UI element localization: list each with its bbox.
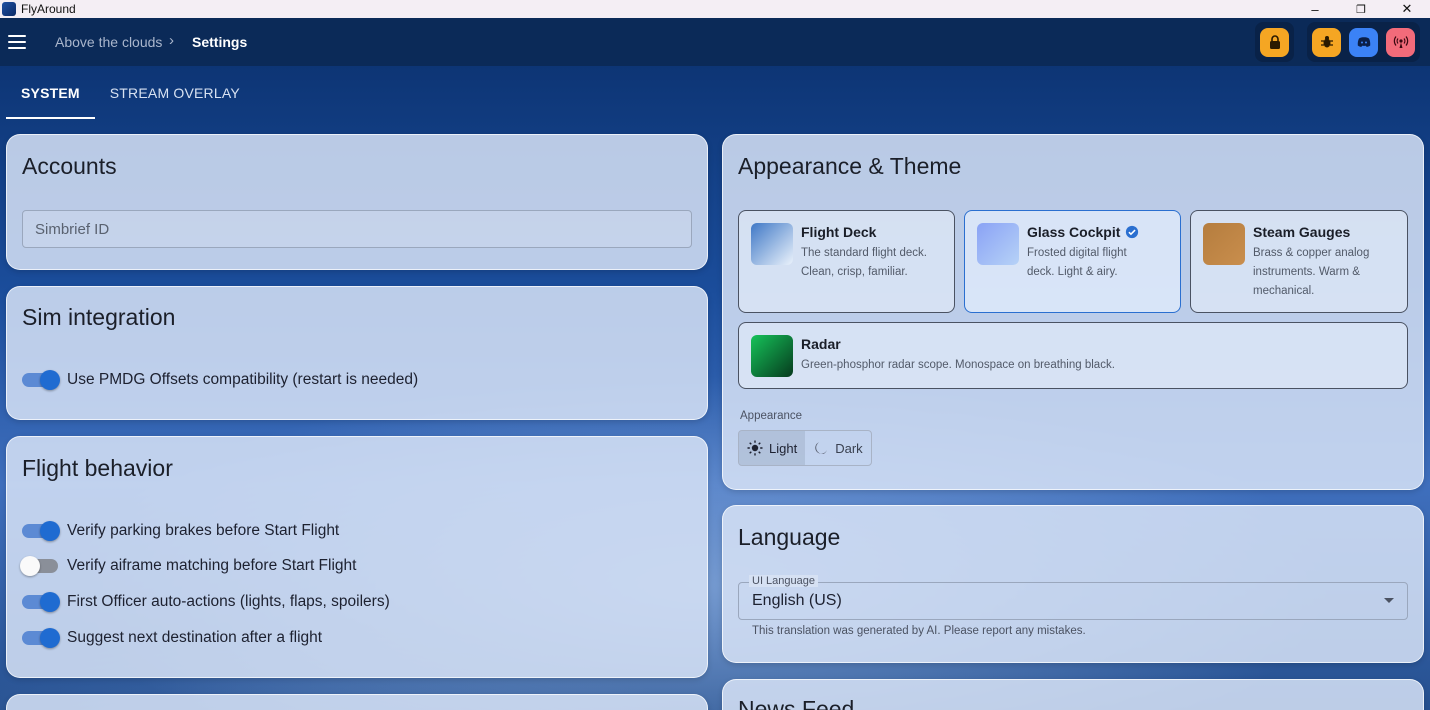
minimize-button[interactable]: – bbox=[1292, 0, 1338, 18]
ui-language-select[interactable]: UI Language English (US) bbox=[738, 575, 1408, 620]
broadcast-icon bbox=[1393, 36, 1408, 48]
discord-icon bbox=[1357, 37, 1370, 47]
bug-report-button[interactable] bbox=[1312, 27, 1341, 57]
steam-gauges-description: Brass & copper analog instruments. Warm … bbox=[1253, 247, 1370, 297]
parking-brakes-toggle[interactable] bbox=[22, 521, 60, 541]
appearance-mode-label: Appearance bbox=[740, 410, 803, 422]
sim-integration-card: Sim integration Use PMDG Offsets compati… bbox=[6, 286, 708, 420]
airframe-matching-label: Verify aiframe matching before Start Fli… bbox=[67, 557, 357, 574]
app-logo-icon bbox=[2, 2, 16, 16]
appearance-card: Appearance & Theme Flight Deck The stand… bbox=[722, 134, 1424, 490]
steam-gauges-swatch bbox=[1203, 223, 1245, 265]
airframe-matching-row[interactable]: Verify aiframe matching before Start Fli… bbox=[20, 556, 357, 576]
tools-button-group bbox=[1307, 22, 1420, 62]
theme-steam-gauges[interactable]: Steam Gauges Brass & copper analog instr… bbox=[1190, 210, 1408, 313]
window-title: FlyAround bbox=[21, 2, 76, 16]
tab-system[interactable]: SYSTEM bbox=[6, 66, 95, 119]
language-title: Language bbox=[738, 524, 841, 550]
appearance-mode-toggle: Light Dark bbox=[738, 430, 872, 466]
parking-brakes-label: Verify parking brakes before Start Fligh… bbox=[67, 522, 340, 539]
glass-cockpit-description: Frosted digital flight deck. Light & air… bbox=[1027, 247, 1127, 278]
simbrief-id-input[interactable]: Simbrief ID bbox=[22, 210, 692, 248]
pmdg-offsets-row[interactable]: Use PMDG Offsets compatibility (restart … bbox=[22, 370, 419, 390]
lock-button-group bbox=[1255, 22, 1294, 62]
close-button[interactable]: ✕ bbox=[1384, 0, 1430, 18]
theme-radar[interactable]: Radar Green-phosphor radar scope. Monosp… bbox=[738, 322, 1408, 389]
news-feed-title: News Feed bbox=[738, 696, 855, 710]
pmdg-offsets-toggle[interactable] bbox=[22, 370, 60, 390]
flight-deck-name: Flight Deck bbox=[801, 224, 877, 240]
suggest-destination-toggle[interactable] bbox=[22, 628, 60, 648]
lock-icon bbox=[1269, 35, 1280, 49]
glass-cockpit-name: Glass Cockpit bbox=[1027, 224, 1121, 240]
airframe-matching-toggle[interactable] bbox=[20, 556, 58, 576]
breadcrumb-parent[interactable]: Above the clouds bbox=[55, 34, 162, 50]
appearance-title: Appearance & Theme bbox=[738, 153, 962, 179]
theme-glass-cockpit[interactable]: Glass Cockpit Frosted digital flight dec… bbox=[964, 210, 1181, 313]
accounts-title: Accounts bbox=[22, 153, 117, 179]
lock-button[interactable] bbox=[1260, 27, 1289, 57]
bug-icon bbox=[1320, 36, 1333, 48]
ui-language-value: English (US) bbox=[752, 592, 842, 609]
flight-behavior-card: Flight behavior Verify parking brakes be… bbox=[6, 436, 708, 678]
selected-check-icon bbox=[1126, 225, 1139, 239]
glass-cockpit-name-row: Glass Cockpit bbox=[1027, 224, 1139, 240]
glass-cockpit-swatch bbox=[977, 223, 1019, 265]
theme-flight-deck[interactable]: Flight Deck The standard flight deck. Cl… bbox=[738, 210, 955, 313]
dark-mode-button[interactable]: Dark bbox=[805, 431, 870, 465]
sun-icon bbox=[747, 440, 763, 456]
news-feed-card: News Feed bbox=[722, 679, 1424, 710]
settings-tabs: SYSTEM STREAM OVERLAY bbox=[6, 66, 255, 119]
parking-brakes-row[interactable]: Verify parking brakes before Start Fligh… bbox=[22, 521, 340, 541]
light-mode-button[interactable]: Light bbox=[739, 431, 806, 465]
discord-button[interactable] bbox=[1349, 27, 1378, 57]
maximize-button[interactable]: ❐ bbox=[1338, 0, 1384, 18]
flight-deck-description: The standard flight deck. Clean, crisp, … bbox=[801, 247, 927, 278]
first-officer-label: First Officer auto-actions (lights, flap… bbox=[67, 593, 390, 610]
radar-description: Green-phosphor radar scope. Monospace on… bbox=[801, 359, 1115, 371]
hamburger-menu-icon[interactable] bbox=[8, 35, 26, 49]
next-settings-card bbox=[6, 694, 708, 710]
sim-integration-title: Sim integration bbox=[22, 304, 176, 330]
flight-deck-swatch bbox=[751, 223, 793, 265]
radar-name: Radar bbox=[801, 336, 841, 352]
app-header: Above the clouds › Settings bbox=[0, 18, 1430, 66]
flight-behavior-title: Flight behavior bbox=[22, 455, 173, 481]
accounts-card: Accounts Simbrief ID bbox=[6, 134, 708, 270]
dropdown-arrow-icon bbox=[1384, 598, 1394, 603]
window-controls: – ❐ ✕ bbox=[1292, 0, 1430, 18]
tab-stream-overlay[interactable]: STREAM OVERLAY bbox=[95, 66, 255, 119]
window-titlebar: FlyAround – ❐ ✕ bbox=[0, 0, 1430, 18]
language-card: Language UI Language English (US) This t… bbox=[722, 505, 1424, 663]
first-officer-toggle[interactable] bbox=[22, 592, 60, 612]
broadcast-button[interactable] bbox=[1386, 27, 1415, 57]
ui-language-label: UI Language bbox=[749, 575, 818, 587]
translation-note: This translation was generated by AI. Pl… bbox=[752, 625, 1086, 637]
page-title: Settings bbox=[192, 34, 248, 50]
suggest-destination-label: Suggest next destination after a flight bbox=[67, 629, 323, 646]
breadcrumb-separator-icon: › bbox=[169, 32, 174, 49]
suggest-destination-row[interactable]: Suggest next destination after a flight bbox=[22, 628, 323, 648]
first-officer-row[interactable]: First Officer auto-actions (lights, flap… bbox=[22, 592, 390, 612]
steam-gauges-name: Steam Gauges bbox=[1253, 224, 1351, 240]
moon-icon bbox=[815, 442, 828, 455]
pmdg-offsets-label: Use PMDG Offsets compatibility (restart … bbox=[67, 371, 419, 388]
radar-swatch bbox=[751, 335, 793, 377]
